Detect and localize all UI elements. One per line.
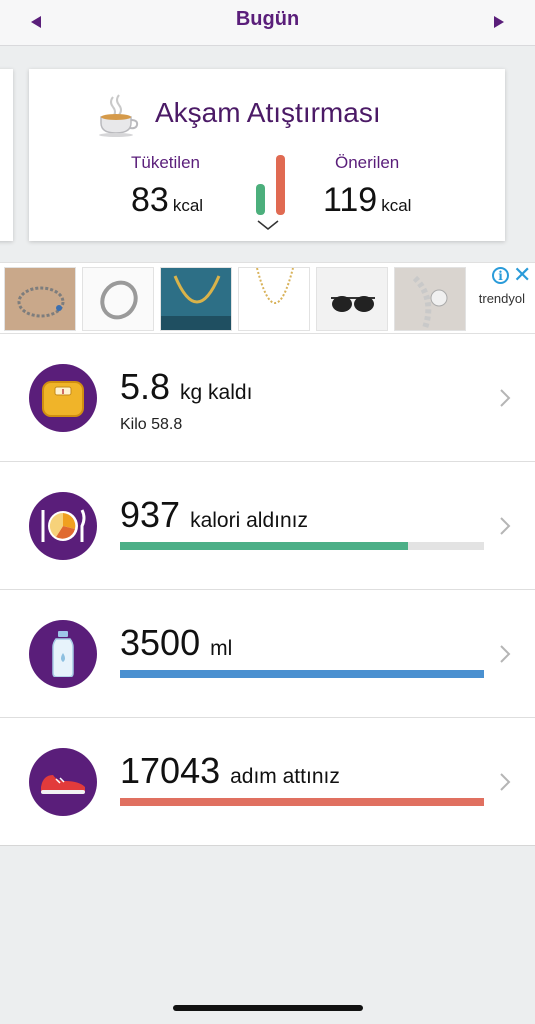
necklace-image — [161, 275, 231, 330]
steps-suffix: adım attınız — [230, 765, 340, 788]
calorie-comparison-bars — [254, 153, 288, 215]
steps-row[interactable]: 17043 adım attınız — [0, 718, 535, 846]
ring-image — [100, 280, 138, 320]
chain-bracelet-image — [412, 275, 448, 329]
meal-card[interactable]: Akşam Atıştırması Tüketilen 83 kcal Öneri… — [29, 69, 505, 241]
ad-info-icon[interactable]: i — [492, 267, 509, 284]
calories-value: 937 — [120, 494, 181, 535]
plate-icon — [41, 509, 86, 542]
recommended-bar — [276, 155, 285, 215]
bracelet-image — [17, 286, 65, 318]
consumed-calories: 83 kcal — [131, 181, 203, 220]
water-icon-circle — [29, 620, 97, 688]
chain-image — [256, 268, 294, 304]
current-weight: Kilo 58.8 — [120, 416, 183, 433]
recommended-unit: kcal — [381, 196, 412, 215]
calories-suffix: kalori aldınız — [190, 509, 308, 532]
calories-progress-fill — [120, 542, 408, 550]
calories-icon-circle — [29, 492, 97, 560]
weight-remaining: 5.8 kg kaldı — [120, 366, 252, 408]
ad-banner[interactable]: i ✕ trendyol — [0, 262, 535, 334]
steps-icon-circle — [29, 748, 97, 816]
water-row[interactable]: 3500 ml — [0, 590, 535, 718]
home-indicator[interactable] — [173, 1005, 363, 1011]
recommended-label: Önerilen — [335, 153, 400, 172]
chevron-down-icon[interactable] — [257, 219, 279, 231]
ad-close-icon[interactable]: ✕ — [513, 264, 531, 286]
ad-product-ring[interactable] — [82, 267, 154, 331]
ad-product-necklace-blue[interactable] — [160, 267, 232, 331]
meal-title: Akşam Atıştırması — [155, 97, 381, 128]
steps-progress-bar — [120, 798, 484, 806]
steps-value: 17043 — [120, 750, 221, 791]
teacup-icon — [99, 94, 139, 137]
water-intake: 3500 ml — [120, 622, 232, 664]
water-progress-bar — [120, 670, 484, 678]
steps-progress-fill — [120, 798, 484, 806]
stats-list: 5.8 kg kaldı Kilo 58.8 937 kalori aldınız — [0, 334, 535, 846]
recommended-calories: 119 kcal — [323, 181, 411, 220]
shoe-icon — [41, 775, 85, 794]
ad-brand-logo[interactable]: trendyol — [479, 291, 525, 306]
ad-product-list — [4, 267, 466, 331]
consumed-label: Tüketilen — [131, 153, 200, 172]
water-value: 3500 — [120, 622, 201, 663]
top-bar: Bugün — [0, 0, 535, 46]
chevron-right-icon — [500, 517, 511, 535]
consumed-value: 83 — [131, 181, 169, 219]
recommended-value: 119 — [323, 181, 378, 219]
consumed-unit: kcal — [172, 196, 204, 215]
ad-product-watch-chain[interactable] — [394, 267, 466, 331]
sunglasses-image — [331, 296, 375, 312]
chevron-right-icon — [500, 773, 511, 791]
weight-icon-circle — [29, 364, 97, 432]
ad-product-chain[interactable] — [238, 267, 310, 331]
steps-taken: 17043 adım attınız — [120, 750, 340, 792]
chevron-right-icon — [500, 645, 511, 663]
scale-icon — [42, 381, 84, 417]
water-suffix: ml — [210, 637, 233, 660]
weight-value: 5.8 — [120, 366, 171, 407]
arrow-right-icon — [494, 16, 504, 28]
chevron-right-icon — [500, 389, 511, 407]
calories-consumed: 937 kalori aldınız — [120, 494, 308, 536]
calories-row[interactable]: 937 kalori aldınız — [0, 462, 535, 590]
calories-progress-bar — [120, 542, 484, 550]
weight-row[interactable]: 5.8 kg kaldı Kilo 58.8 — [0, 334, 535, 462]
weight-suffix: kg kaldı — [180, 381, 253, 404]
water-bottle-icon — [52, 631, 74, 677]
next-day-button[interactable] — [489, 12, 509, 32]
ad-product-sunglasses[interactable] — [316, 267, 388, 331]
meal-carousel[interactable]: Akşam Atıştırması Tüketilen 83 kcal Öneri… — [0, 47, 535, 262]
page-title: Bugün — [235, 8, 300, 30]
consumed-bar — [256, 184, 265, 215]
water-progress-fill — [120, 670, 484, 678]
ad-product-bracelet[interactable] — [4, 267, 76, 331]
previous-meal-card[interactable] — [0, 69, 13, 241]
